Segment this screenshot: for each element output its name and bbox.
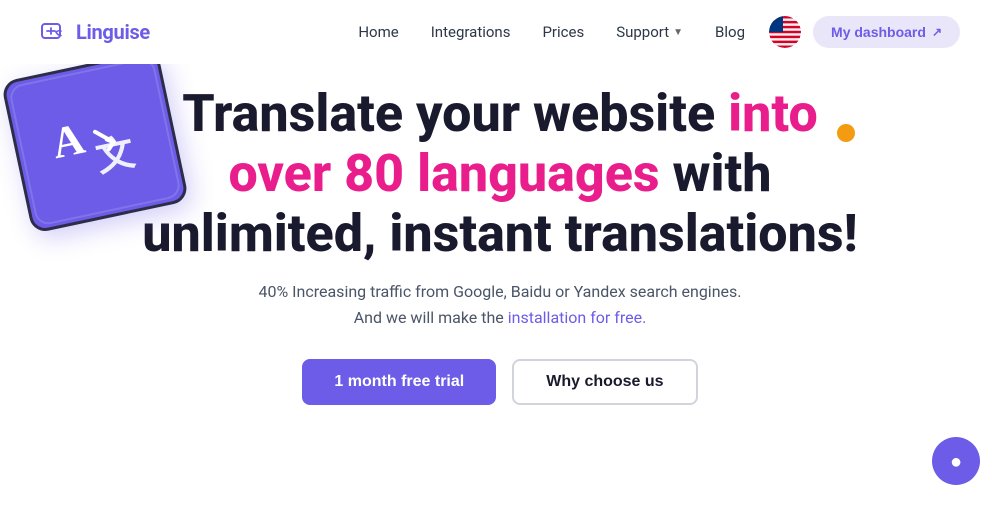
decorative-dot <box>837 124 855 142</box>
hero-buttons: 1 month free trial Why choose us <box>302 359 697 405</box>
brand-name: Linguise <box>76 20 150 44</box>
nav-right: My dashboard ↗ <box>769 16 960 48</box>
translate-icon: A 文 <box>38 92 152 191</box>
navbar: Linguise Home Integrations Prices Suppor… <box>0 0 1000 64</box>
installation-link[interactable]: installation for free. <box>508 308 647 327</box>
language-flag-button[interactable] <box>769 16 801 48</box>
hero-subtitle: 40% Increasing traffic from Google, Baid… <box>258 279 741 330</box>
nav-prices[interactable]: Prices <box>542 23 584 41</box>
svg-text:A: A <box>47 113 88 168</box>
chevron-down-icon: ▼ <box>673 27 683 38</box>
dashboard-button[interactable]: My dashboard ↗ <box>813 16 960 48</box>
nav-home[interactable]: Home <box>358 23 398 41</box>
why-choose-us-button[interactable]: Why choose us <box>512 359 697 405</box>
svg-text:文: 文 <box>92 131 138 180</box>
hero-section: A 文 Translate your website into over 80 … <box>0 64 1000 405</box>
logo[interactable]: Linguise <box>40 18 150 46</box>
external-link-icon: ↗ <box>932 25 942 39</box>
nav-blog[interactable]: Blog <box>715 23 745 41</box>
chat-bubble-button[interactable]: ● <box>932 437 980 485</box>
nav-support[interactable]: Support ▼ <box>616 23 683 41</box>
nav-links: Home Integrations Prices Support ▼ Blog <box>358 23 745 41</box>
hero-title: Translate your website into over 80 lang… <box>140 84 860 263</box>
translate-card: A 文 <box>15 64 175 219</box>
nav-integrations[interactable]: Integrations <box>431 23 511 41</box>
chat-icon: ● <box>950 449 962 474</box>
logo-icon <box>40 18 68 46</box>
free-trial-button[interactable]: 1 month free trial <box>302 359 496 405</box>
